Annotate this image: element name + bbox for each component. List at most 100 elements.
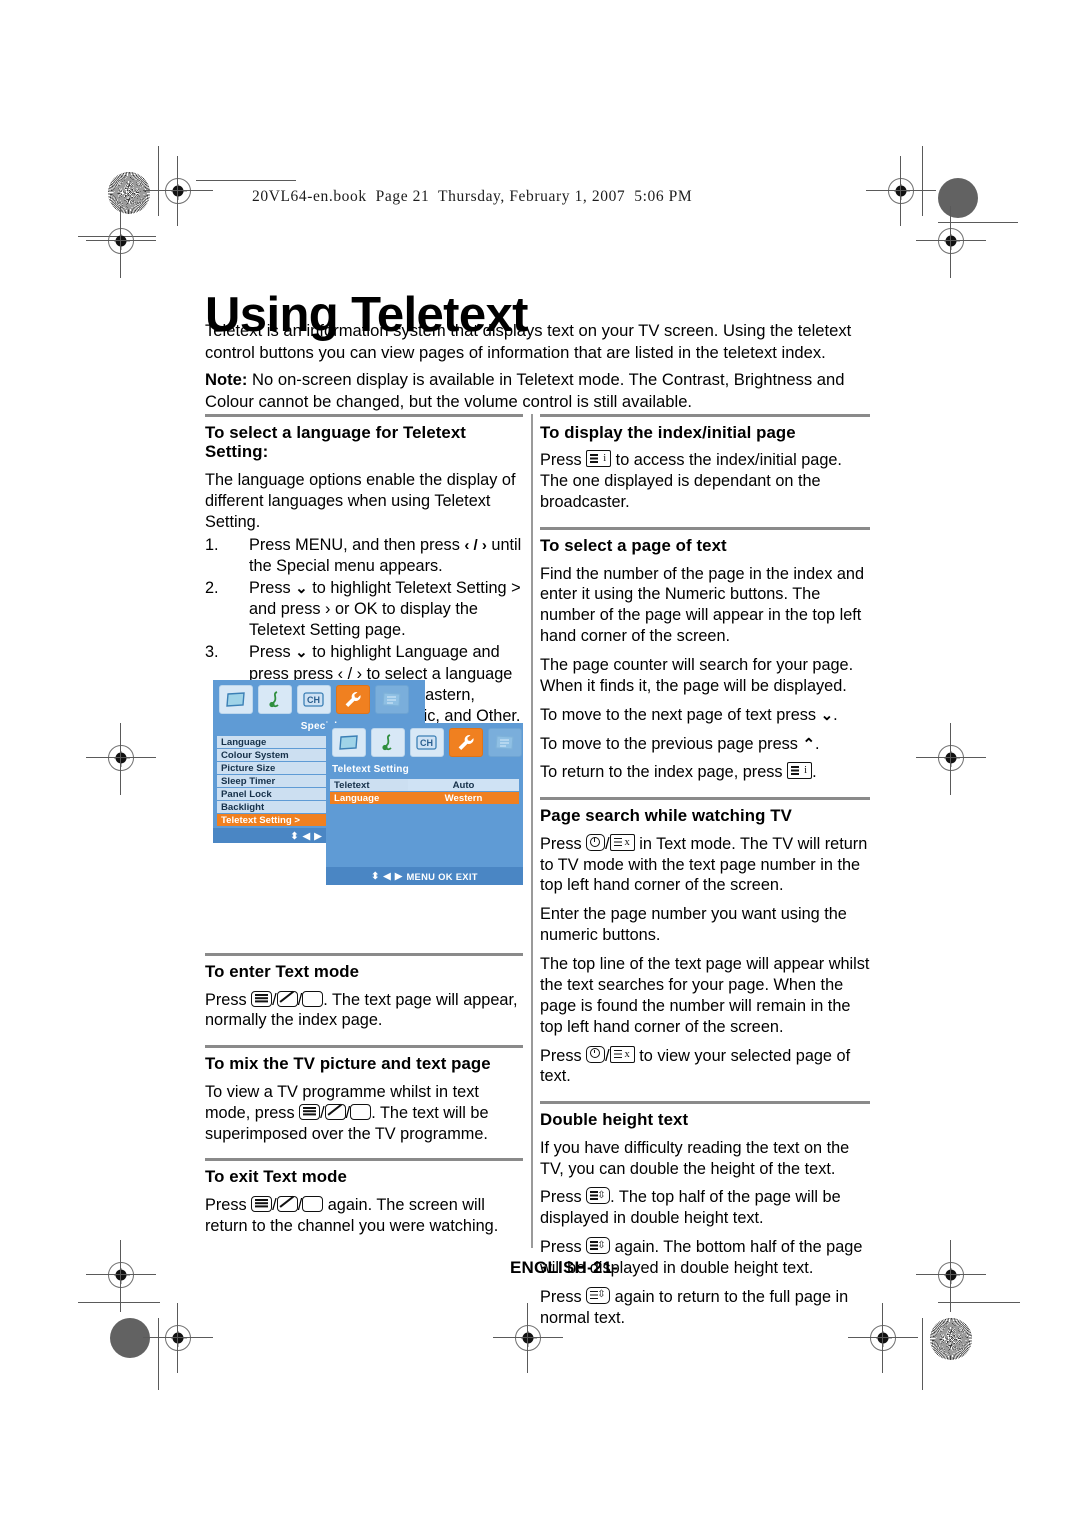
right-column: To display the index/initial page Press … [540,414,870,1343]
step-number: 3. [205,643,219,662]
section-rule [205,414,523,417]
text-before-icon: Press [540,451,587,470]
text-mode-off-icon [350,1103,372,1120]
svg-text:CH: CH [307,695,320,705]
osd-footer-label: MENU OK EXIT [406,870,478,882]
index-button-icon: i [787,762,813,780]
section-enter-text-mode: To enter Text mode Press / /. The text pa… [205,953,523,1031]
arrow-down-icon: ⌄ [295,579,308,597]
sound-icon[interactable] [258,685,292,714]
sound-icon[interactable] [371,728,405,757]
arrow-left-right-icon: ‹ / › [464,536,487,554]
special-icon[interactable] [336,685,370,714]
text-before-icon: Press [540,1238,587,1257]
right-icon: ▶ [314,829,322,841]
hold-clock-icon [586,1045,606,1063]
page-search-paragraph-4: Press / x to view your selected page of t… [540,1045,851,1086]
select-page-paragraph-4: To move to the previous page press ⌃. [540,734,870,755]
enter-text-paragraph: Press / /. The text page will appear, nor… [205,990,518,1030]
intro-paragraph-1: Teletext is an information system that d… [205,321,852,362]
section-page-search: Page search while watching TV Press / x i… [540,797,870,1087]
step-text: Press MENU, and then press ‹ / › until t… [249,536,521,575]
text-mode-mix-icon [276,990,298,1007]
left-icon: ◀ [302,829,311,841]
list-item: 1. Press MENU, and then press ‹ / › unti… [205,535,523,577]
index-button-icon: i [586,450,612,468]
select-page-paragraph-2: The page counter will search for your pa… [540,655,854,695]
note-text: No on-screen display is available in Tel… [205,369,845,411]
return-index-text: To return to the index page, press [540,763,788,782]
osd-row-value: Auto [408,779,519,792]
teletext-icon[interactable] [488,728,522,757]
section-heading-page-search: Page search while watching TV [540,806,792,826]
osd-title-teletext-setting: Teletext Setting [332,764,409,775]
osd-menu-screenshot: CH Special Language Colour System Pictur… [213,680,523,885]
text-mode-off-icon [302,990,324,1007]
section-double-height-text: Double height text If you have difficult… [540,1101,870,1328]
osd-row-teletext[interactable]: Teletext Auto [330,779,519,792]
text-mode-mix-icon [324,1103,346,1120]
channel-icon[interactable]: CH [410,728,444,757]
updown-icon: ⬍ [371,870,380,881]
prev-page-text: To move to the previous page press [540,734,803,753]
index-paragraph: Press i to access the index/initial page… [540,450,870,513]
section-mix-picture-text: To mix the TV picture and text page To v… [205,1045,523,1144]
section-rule [540,1101,870,1105]
section-rule [540,797,870,801]
osd-row-label: Language [330,792,408,805]
text-before-icon: Press [540,1188,587,1207]
left-icon: ◀ [383,870,391,881]
arrow-down-icon: ⌄ [820,706,834,724]
cancel-button-icon: x [609,1045,635,1063]
channel-icon[interactable]: CH [297,685,331,714]
arrow-down-icon: ⌄ [295,644,308,662]
section-heading-double-height-text: Double height text [540,1110,689,1130]
language-intro-text: The language options enable the display … [205,470,516,531]
arrow-up-icon: ⌃ [802,735,816,753]
section-heading-select-page-of-text: To select a page of text [540,536,727,556]
right-icon: ▶ [394,870,403,881]
osd-footer-teletext: ⬍ ◀ ▶ MENU OK EXIT [326,867,523,885]
exit-paragraph: Press / / again. The screen will return t… [205,1195,499,1235]
page-search-paragraph-1: Press / x in Text mode. The TV will retur… [540,833,870,897]
section-rule [205,1158,523,1162]
double-height-button-icon: ⇳ [586,1187,611,1205]
footer-page-number: -21- [586,1258,619,1277]
text-before-icons: Press [540,834,587,853]
intro-block: Teletext is an information system that d… [205,320,873,418]
intro-paragraph-2: Note: No on-screen display is available … [205,369,873,413]
step-text-a: Press [249,643,296,662]
teletext-icon[interactable] [375,685,409,714]
text-mode-lines-icon [299,1103,321,1120]
step-text: Press ⌄ to highlight Teletext Setting > … [249,579,521,639]
picture-icon[interactable] [219,685,253,714]
footer-language-label: ENGLISH [510,1258,587,1277]
prev-page-text-end: . [815,734,820,753]
select-page-paragraph-5: To return to the index page, press i. [540,762,870,783]
text-mode-lines-icon [251,990,273,1007]
special-icon[interactable] [449,728,483,757]
double-height-paragraph-1: If you have difficulty reading the text … [540,1138,850,1178]
section-heading-enter-text-mode: To enter Text mode [205,962,360,982]
cancel-button-icon: x [609,833,635,851]
hold-clock-icon [586,833,606,851]
section-rule [540,527,870,531]
section-rule [540,414,870,417]
osd-row-label: Teletext [330,779,408,792]
double-height-button-icon: ⇳ [586,1237,611,1255]
text-before-icons: Press [205,990,252,1009]
osd-icon-bar-teletext: CH [326,723,528,762]
section-heading-exit-text-mode: To exit Text mode [205,1167,347,1187]
list-item: 2. Press ⌄ to highlight Teletext Setting… [205,578,523,642]
picture-icon[interactable] [332,728,366,757]
return-index-text-end: . [812,763,817,782]
step-number: 1. [205,535,219,554]
double-height-button-icon: ⇳ [586,1286,611,1304]
section-rule [205,953,523,957]
text-mode-lines-icon [251,1195,273,1212]
text-mode-mix-icon [276,1195,298,1212]
osd-row-language[interactable]: Language Western [330,792,519,805]
text-before-icons: Press [205,1195,252,1214]
note-label: Note: [205,369,248,389]
section-select-page-of-text: To select a page of text Find the number… [540,527,870,783]
